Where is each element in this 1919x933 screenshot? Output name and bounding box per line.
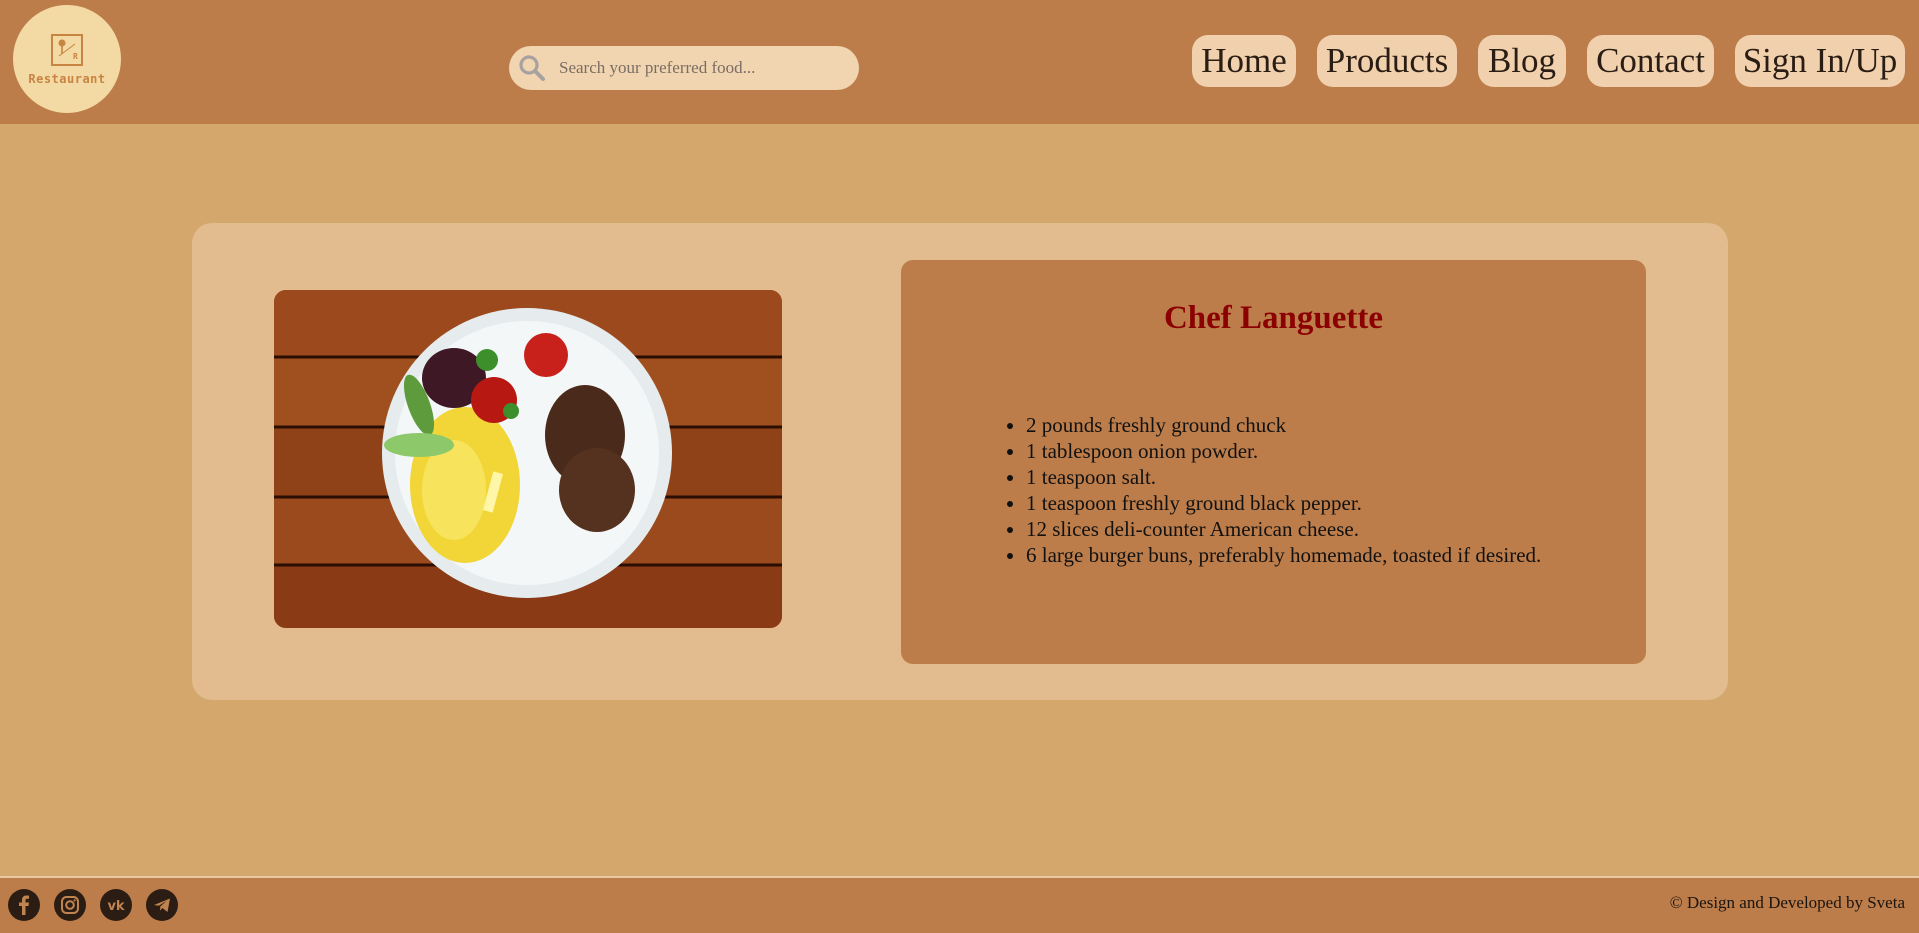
nav-home-button[interactable]: Home xyxy=(1192,35,1296,87)
food-image xyxy=(274,290,782,628)
ingredients-list: 2 pounds freshly ground chuck 1 tablespo… xyxy=(1003,412,1546,568)
logo-label: Restaurant xyxy=(28,72,106,86)
ingredient-item: 1 teaspoon salt. xyxy=(1026,464,1546,490)
recipe-info-panel: Chef Languette 2 pounds freshly ground c… xyxy=(901,260,1646,664)
site-header: R Restaurant Home Products Blog Contact … xyxy=(0,0,1919,124)
recipe-card: Chef Languette 2 pounds freshly ground c… xyxy=(192,223,1728,700)
ingredient-item: 6 large burger buns, preferably homemade… xyxy=(1026,542,1546,568)
svg-text:R: R xyxy=(73,52,78,61)
fork-knife-icon: R xyxy=(51,34,83,66)
facebook-icon[interactable] xyxy=(8,889,40,921)
nav-contact-button[interactable]: Contact xyxy=(1587,35,1714,87)
ingredient-item: 12 slices deli-counter American cheese. xyxy=(1026,516,1546,542)
nav-blog-button[interactable]: Blog xyxy=(1478,35,1566,87)
restaurant-logo[interactable]: R Restaurant xyxy=(13,5,121,113)
nav-products-button[interactable]: Products xyxy=(1317,35,1457,87)
instagram-icon[interactable] xyxy=(54,889,86,921)
ingredient-item: 1 tablespoon onion powder. xyxy=(1026,438,1546,464)
site-footer: vk © Design and Developed by Sveta xyxy=(0,876,1919,933)
chef-title: Chef Languette xyxy=(1163,300,1384,336)
ingredient-item: 1 teaspoon freshly ground black pepper. xyxy=(1026,490,1546,516)
vk-icon[interactable]: vk xyxy=(100,889,132,921)
ingredient-item: 2 pounds freshly ground chuck xyxy=(1026,412,1546,438)
search-icon[interactable] xyxy=(517,53,547,83)
search-input[interactable] xyxy=(559,46,849,90)
svg-text:vk: vk xyxy=(107,899,124,914)
search-bar xyxy=(509,46,859,90)
nav-signin-button[interactable]: Sign In/Up xyxy=(1735,35,1905,87)
telegram-icon[interactable] xyxy=(146,889,178,921)
copyright-text: © Design and Developed by Sveta xyxy=(1669,893,1905,912)
